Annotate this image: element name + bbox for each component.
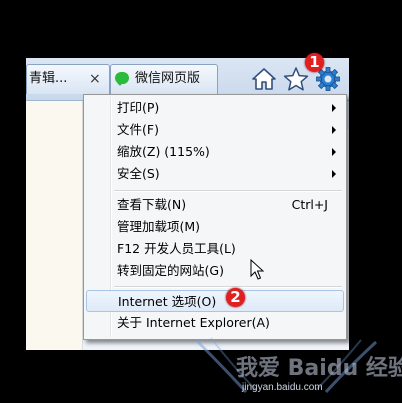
menu-item-safety[interactable]: 安全(S)	[86, 163, 344, 185]
tab-label: 微信网页版	[135, 71, 201, 86]
menu-item-internet-options[interactable]: Internet 选项(O)	[86, 290, 344, 312]
menu-separator	[114, 190, 342, 192]
tools-menu: 打印(P) 文件(F) 缩放(Z) (115%) 安全(S) 查看下载(N) C…	[83, 94, 347, 340]
menu-separator	[114, 286, 342, 288]
menu-item-file[interactable]: 文件(F)	[86, 119, 344, 141]
submenu-arrow-icon	[332, 170, 336, 178]
menu-item-f12-dev-tools[interactable]: F12 开发人员工具(L)	[86, 238, 344, 260]
home-button[interactable]	[251, 66, 277, 92]
menu-item-pinned-sites[interactable]: 转到固定的网站(G)	[86, 260, 344, 282]
tab-label: 青辑...	[29, 71, 68, 86]
tab-wechat-web[interactable]: 微信网页版	[110, 64, 218, 94]
submenu-arrow-icon	[332, 126, 336, 134]
step-badge-2: 2	[226, 288, 245, 307]
tab-edit[interactable]: 青辑... ×	[26, 64, 110, 94]
close-icon[interactable]: ×	[89, 65, 101, 93]
mouse-cursor-icon	[250, 259, 264, 280]
watermark-url: jingyan.baidu.com	[242, 382, 323, 393]
wechat-icon	[115, 72, 129, 84]
submenu-arrow-icon	[332, 148, 336, 156]
page-content	[26, 101, 83, 350]
menu-item-manage-addons[interactable]: 管理加载项(M)	[86, 216, 344, 238]
watermark-logo: 我爱 Baidu 经验	[236, 356, 402, 381]
star-icon	[283, 67, 309, 91]
menu-item-view-downloads[interactable]: 查看下载(N) Ctrl+J	[86, 194, 344, 216]
menu-item-print[interactable]: 打印(P)	[86, 97, 344, 119]
favorites-button[interactable]	[283, 66, 309, 92]
shortcut-label: Ctrl+J	[291, 197, 328, 212]
menu-item-zoom[interactable]: 缩放(Z) (115%)	[86, 141, 344, 163]
watermark: 我爱 Baidu 经验 jingyan.baidu.com	[186, 330, 402, 400]
home-icon	[252, 68, 276, 90]
submenu-arrow-icon	[332, 104, 336, 112]
step-badge-1: 1	[305, 53, 324, 72]
